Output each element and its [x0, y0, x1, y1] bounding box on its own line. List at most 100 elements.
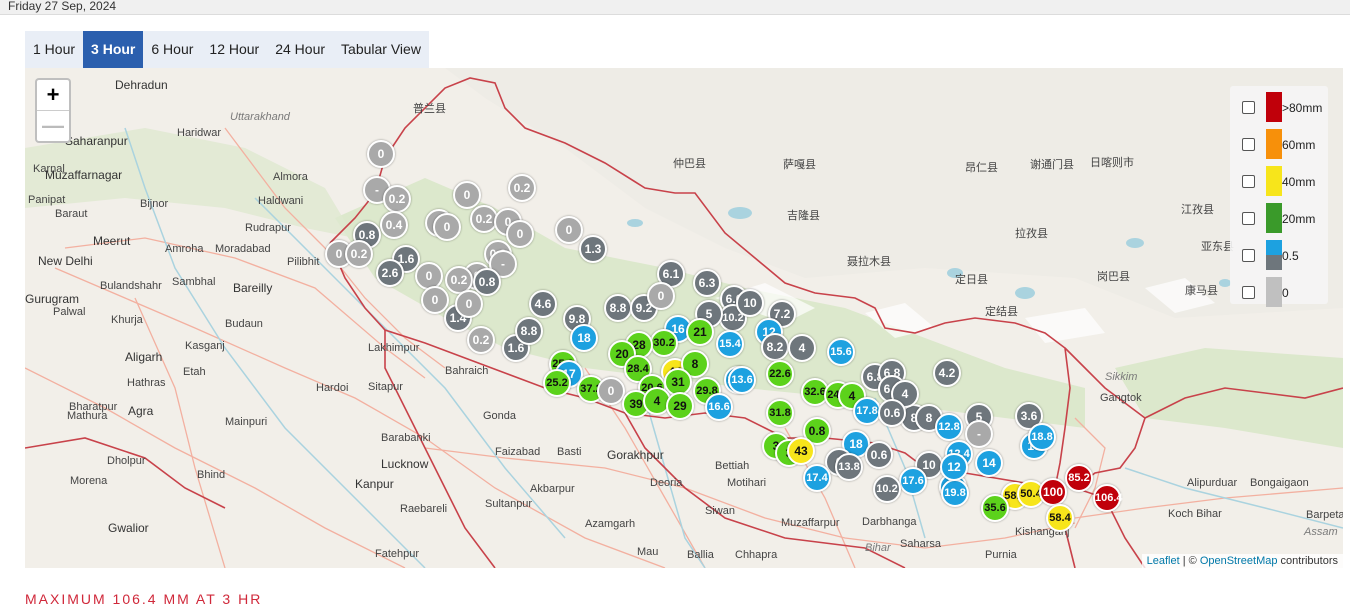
- rainfall-marker[interactable]: 31.8: [766, 399, 794, 427]
- rainfall-marker[interactable]: 0: [367, 140, 395, 168]
- rainfall-marker[interactable]: 0: [421, 286, 449, 314]
- place-label: Bettiah: [715, 460, 750, 472]
- place-label: 昂仁县: [965, 162, 998, 174]
- place-label: Sambhal: [172, 276, 216, 288]
- rainfall-marker[interactable]: 12.8: [935, 413, 963, 441]
- place-label: Palwal: [53, 306, 86, 318]
- rainfall-marker[interactable]: 0: [433, 213, 461, 241]
- tab-24-hour[interactable]: 24 Hour: [267, 31, 333, 68]
- leaflet-link[interactable]: Leaflet: [1147, 555, 1180, 567]
- place-label: 康马县: [1185, 285, 1218, 297]
- rainfall-marker[interactable]: 4: [788, 334, 816, 362]
- legend-checkbox-20mm[interactable]: [1242, 212, 1255, 225]
- place-label: Dholpur: [107, 455, 146, 467]
- place-label: Fatehpur: [375, 548, 420, 560]
- rainfall-marker[interactable]: 25.2: [543, 369, 571, 397]
- place-label: Mainpuri: [225, 416, 268, 428]
- tab-1-hour[interactable]: 1 Hour: [25, 31, 83, 68]
- rainfall-marker[interactable]: 21: [686, 318, 714, 346]
- place-label: Faizabad: [495, 446, 541, 458]
- place-label: Bareilly: [233, 281, 273, 295]
- place-label: Koch Bihar: [1168, 508, 1222, 520]
- rainfall-marker[interactable]: 13.6: [728, 366, 756, 394]
- tab-12-hour[interactable]: 12 Hour: [201, 31, 267, 68]
- rainfall-marker[interactable]: 6.3: [693, 269, 721, 297]
- rainfall-marker[interactable]: 100: [1039, 478, 1067, 506]
- legend-checkbox-80mm[interactable]: [1242, 101, 1255, 114]
- rainfall-marker[interactable]: 13.8: [835, 453, 863, 481]
- rainfall-marker[interactable]: 58.4: [1046, 504, 1074, 532]
- rainfall-marker[interactable]: 19.8: [941, 479, 969, 507]
- tab-6-hour[interactable]: 6 Hour: [143, 31, 201, 68]
- rainfall-marker[interactable]: 4.6: [529, 290, 557, 318]
- place-label: Aligarh: [125, 350, 163, 364]
- place-label: 萨嘎县: [783, 159, 816, 171]
- place-label: Bihar: [865, 542, 891, 554]
- rainfall-marker[interactable]: 22.6: [766, 360, 794, 388]
- rainfall-marker[interactable]: 18.8: [1028, 423, 1056, 451]
- place-label: 岗巴县: [1097, 271, 1130, 283]
- place-label: Lucknow: [381, 457, 429, 471]
- rainfall-marker[interactable]: 15.6: [827, 338, 855, 366]
- rainfall-map[interactable]: Dehradun Uttarakhand Haridwar Saharanpur Kar…: [25, 68, 1343, 568]
- place-label: Chhapra: [735, 549, 778, 561]
- top-bar: Friday 27 Sep, 2024: [0, 0, 1350, 15]
- rainfall-marker[interactable]: 2.6: [376, 259, 404, 287]
- zoom-in-button[interactable]: +: [37, 80, 69, 110]
- rainfall-marker[interactable]: 8.8: [515, 317, 543, 345]
- rainfall-marker[interactable]: 0.6: [865, 441, 893, 469]
- rainfall-marker[interactable]: 0: [597, 377, 625, 405]
- rainfall-marker[interactable]: 0: [453, 181, 481, 209]
- rainfall-marker[interactable]: 0.6: [878, 399, 906, 427]
- place-label: Saharanpur: [65, 134, 128, 148]
- rainfall-marker[interactable]: 17.8: [853, 397, 881, 425]
- tab-3-hour[interactable]: 3 Hour: [83, 31, 144, 68]
- legend-checkbox-60mm[interactable]: [1242, 138, 1255, 151]
- legend-row-20mm: 20mm: [1230, 203, 1328, 233]
- openstreetmap-link[interactable]: OpenStreetMap: [1200, 555, 1278, 567]
- rainfall-marker[interactable]: 15.4: [716, 330, 744, 358]
- place-label: 江孜县: [1181, 204, 1214, 216]
- rainfall-marker[interactable]: 12: [940, 453, 968, 481]
- rainfall-marker[interactable]: 0.2: [383, 185, 411, 213]
- place-label: Morena: [70, 475, 108, 487]
- rainfall-marker[interactable]: 1.3: [579, 235, 607, 263]
- place-label: Bijnor: [140, 198, 169, 210]
- rainfall-marker[interactable]: 14: [975, 449, 1003, 477]
- rainfall-marker[interactable]: 106.4: [1093, 484, 1123, 512]
- rainfall-marker[interactable]: 18: [570, 324, 598, 352]
- place-label: Etah: [183, 366, 206, 378]
- rainfall-marker[interactable]: 0: [455, 290, 483, 318]
- rainfall-marker[interactable]: 0.2: [345, 240, 373, 268]
- legend-label-0: 0: [1282, 286, 1289, 300]
- rainfall-marker[interactable]: 8.2: [761, 333, 789, 361]
- rainfall-marker[interactable]: 43: [787, 437, 815, 465]
- place-label: 吉隆县: [787, 210, 820, 222]
- rainfall-marker[interactable]: 8.8: [604, 294, 632, 322]
- rainfall-marker[interactable]: 85.2: [1065, 464, 1093, 492]
- rainfall-marker[interactable]: 17.6: [899, 467, 927, 495]
- rainfall-marker[interactable]: 0.4: [380, 211, 408, 239]
- rainfall-marker[interactable]: 0.2: [467, 326, 495, 354]
- legend-checkbox-0[interactable]: [1242, 286, 1255, 299]
- zoom-out-button[interactable]: —: [37, 110, 69, 141]
- rainfall-marker[interactable]: 17.4: [803, 464, 831, 492]
- tab-tabular-view[interactable]: Tabular View: [333, 31, 429, 68]
- place-label: Kasganj: [185, 340, 225, 352]
- rainfall-marker[interactable]: 10.2: [873, 475, 901, 503]
- rainfall-marker[interactable]: 16.6: [705, 393, 733, 421]
- rainfall-marker[interactable]: 0.2: [508, 174, 536, 202]
- rainfall-marker[interactable]: 4.2: [933, 359, 961, 387]
- rainfall-marker[interactable]: 0: [647, 282, 675, 310]
- rainfall-marker[interactable]: 0: [555, 216, 583, 244]
- place-label: Sitapur: [368, 381, 403, 393]
- legend-swatch-60mm: [1266, 129, 1282, 159]
- legend-checkbox-40mm[interactable]: [1242, 175, 1255, 188]
- rainfall-marker[interactable]: 0: [506, 220, 534, 248]
- rainfall-marker[interactable]: 29: [666, 392, 694, 420]
- rainfall-marker[interactable]: 30.2: [650, 329, 678, 357]
- rainfall-marker[interactable]: 10: [736, 289, 764, 317]
- rainfall-marker[interactable]: 35.6: [981, 494, 1009, 522]
- place-label: Panipat: [28, 194, 66, 206]
- legend-checkbox-0-5[interactable]: [1242, 249, 1255, 262]
